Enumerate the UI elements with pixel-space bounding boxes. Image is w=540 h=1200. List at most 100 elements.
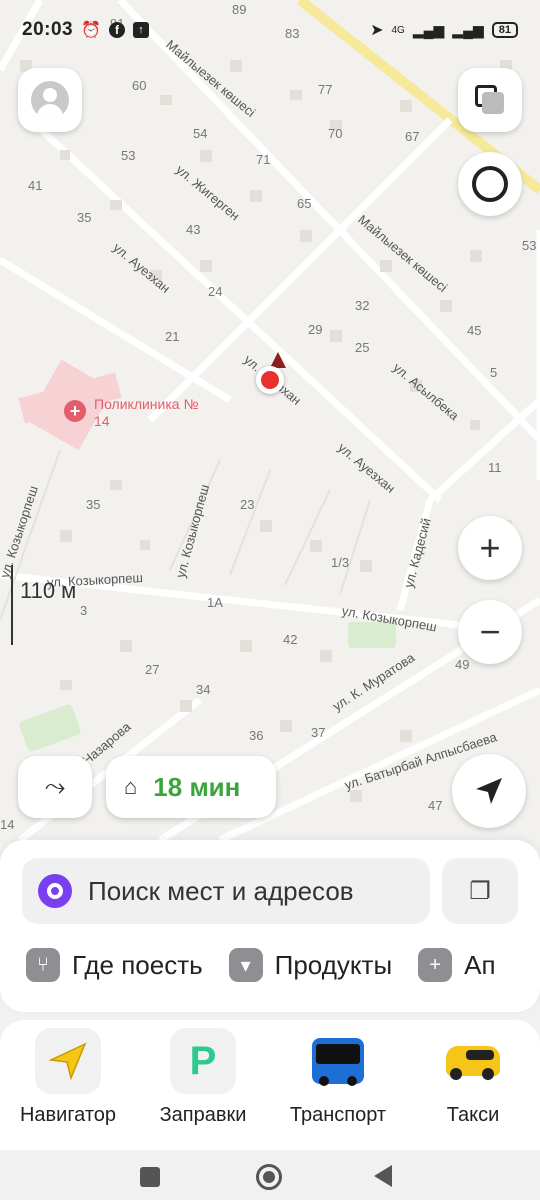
alarm-icon: ⏰	[81, 22, 102, 39]
profile-button[interactable]	[18, 68, 82, 132]
house-number: 1А	[207, 595, 223, 610]
alice-assistant-button[interactable]	[458, 152, 522, 216]
user-location-marker	[256, 366, 284, 394]
house-number: 70	[328, 126, 343, 141]
fork-knife-icon: ⑂	[26, 948, 60, 982]
zoom-in-button[interactable]: +	[458, 516, 522, 580]
bookmark-icon: ❐	[469, 877, 491, 905]
category-label: Ап	[464, 949, 496, 980]
app-navigator[interactable]: Навигатор	[3, 1028, 133, 1127]
category-chips: ⑂ Где поесть ▾ Продукты + Ап	[26, 948, 496, 982]
house-number: 25	[355, 340, 370, 355]
house-number: 34	[196, 682, 211, 697]
poi-polyclinic[interactable]: + Поликлиника № 14	[64, 396, 204, 430]
home-button[interactable]	[256, 1164, 282, 1190]
app-transport[interactable]: Транспорт	[273, 1028, 403, 1127]
minus-icon: −	[479, 611, 501, 652]
app-label: Навигатор	[19, 1104, 117, 1126]
medical-cross-icon: +	[64, 400, 86, 422]
map-view[interactable]: Майлыезек көшесі ул. Жигерген ул. Ауезха…	[0, 0, 540, 840]
search-placeholder: Поиск мест и адресов	[88, 875, 354, 906]
plus-icon: +	[418, 948, 453, 982]
signal-icon-2: ▂▄▆	[452, 21, 484, 38]
zoom-out-button[interactable]: −	[458, 600, 522, 664]
house-number: 65	[297, 196, 312, 211]
system-nav-bar	[0, 1150, 540, 1200]
layers-button[interactable]	[458, 68, 522, 132]
house-number: 3	[80, 603, 88, 618]
app-label: Заправки	[159, 1104, 247, 1126]
route-icon: ⤳	[44, 771, 66, 801]
house-number: 47	[428, 798, 443, 813]
category-pharmacy[interactable]: + Ап	[418, 948, 496, 982]
category-groceries[interactable]: ▾ Продукты	[228, 948, 393, 982]
house-number: 36	[249, 728, 264, 743]
category-label: Где поесть	[72, 949, 203, 980]
house-number: 43	[186, 222, 201, 237]
bus-icon	[305, 1028, 371, 1094]
alice-ring-icon	[472, 166, 508, 202]
house-number: 67	[405, 129, 420, 144]
home-icon: ⌂	[124, 774, 138, 799]
house-number: 35	[77, 210, 92, 225]
poi-label: Поликлиника № 14	[94, 396, 199, 429]
house-number: 5	[490, 365, 498, 380]
house-number: 14	[0, 817, 15, 832]
app-taxi[interactable]: Такси	[408, 1028, 538, 1127]
navigator-arrow-icon	[35, 1028, 101, 1094]
bookmarks-button[interactable]: ❐	[442, 858, 518, 924]
my-location-button[interactable]	[452, 754, 526, 828]
app-label: Такси	[446, 1104, 500, 1126]
basket-icon: ▾	[228, 948, 263, 982]
taxi-icon	[440, 1028, 506, 1094]
house-number: 35	[86, 497, 101, 512]
facebook-icon: f	[109, 22, 126, 38]
signal-icon: ▂▄▆	[412, 21, 445, 38]
house-number: 32	[355, 298, 370, 313]
category-food[interactable]: ⑂ Где поесть	[26, 948, 203, 982]
plus-icon: +	[479, 527, 501, 568]
search-input[interactable]: Поиск мест и адресов	[22, 858, 430, 924]
house-number: 27	[145, 662, 160, 677]
house-number: 42	[283, 632, 298, 647]
status-bar: 20:03 ⏰ f ↑ ➤ 4G ▂▄▆ ▂▄▆ 81	[0, 0, 540, 60]
house-number: 45	[467, 323, 482, 338]
back-button[interactable]	[374, 1165, 392, 1187]
layers-icon	[475, 85, 505, 115]
alice-icon	[38, 874, 72, 908]
home-eta: 18 мин	[153, 771, 241, 802]
house-number: 24	[208, 284, 223, 299]
upload-icon: ↑	[133, 22, 150, 38]
search-sheet: Поиск мест и адресов ❐ ⑂ Где поесть ▾ Пр…	[0, 840, 540, 1012]
recents-button[interactable]	[140, 1167, 160, 1187]
house-number: 29	[308, 322, 323, 337]
house-number: 21	[165, 329, 180, 344]
location-arrow-icon: ➤	[370, 22, 384, 39]
network-type: 4G	[391, 24, 405, 36]
home-eta-button[interactable]: ⌂ 18 мин	[106, 756, 276, 818]
app-fuel[interactable]: P Заправки	[138, 1028, 268, 1127]
house-number: 53	[121, 148, 136, 163]
bottom-panel: Поиск мест и адресов ❐ ⑂ Где поесть ▾ Пр…	[0, 840, 540, 1200]
house-number: 77	[318, 82, 333, 97]
house-number: 37	[311, 725, 326, 740]
house-number: 54	[193, 126, 208, 141]
route-button[interactable]: ⤳	[18, 756, 92, 818]
app-label: Транспорт	[289, 1104, 387, 1126]
battery-icon: 81	[491, 22, 518, 38]
navigation-arrow-icon	[476, 778, 502, 804]
house-number: 23	[240, 497, 255, 512]
scale-label: 110 м	[20, 578, 77, 603]
house-number: 49	[455, 657, 470, 672]
house-number: 1/3	[331, 555, 350, 570]
house-number: 11	[488, 460, 502, 475]
house-number: 53	[522, 238, 537, 253]
avatar-icon	[31, 81, 69, 119]
status-time: 20:03	[22, 19, 74, 40]
house-number: 71	[256, 152, 271, 167]
app-shortcuts: Навигатор P Заправки Транспорт Такси	[0, 1020, 540, 1150]
category-label: Продукты	[274, 949, 393, 980]
house-number: 41	[28, 178, 43, 193]
fuel-p-icon: P	[170, 1028, 236, 1094]
house-number: 60	[132, 78, 147, 93]
